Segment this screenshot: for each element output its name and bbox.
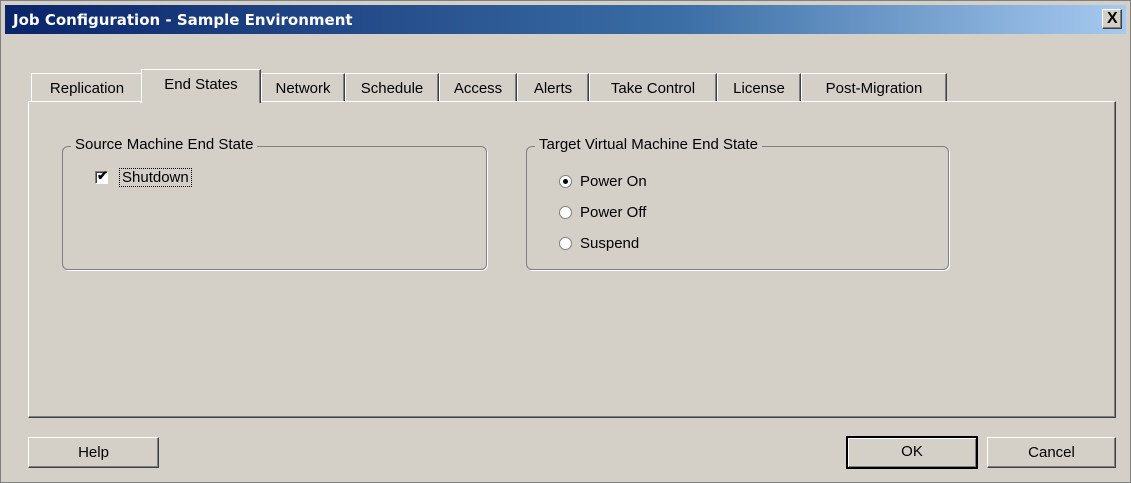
tab-schedule[interactable]: Schedule: [345, 73, 439, 101]
shutdown-label[interactable]: Shutdown: [119, 168, 192, 187]
power-off-radio[interactable]: [559, 206, 572, 219]
tab-panel-end-states: Source Machine End State ✔ Shutdown Targ…: [28, 101, 1116, 418]
tab-label: License: [733, 80, 785, 97]
tab-label: Network: [275, 80, 331, 97]
ok-button[interactable]: OK: [846, 436, 978, 469]
tab-end-states[interactable]: End States: [141, 69, 261, 103]
tab-label: Post-Migration: [825, 80, 923, 97]
shutdown-checkbox[interactable]: ✔: [95, 168, 108, 184]
tab-access[interactable]: Access: [439, 73, 517, 101]
source-machine-group: Source Machine End State ✔ Shutdown: [62, 136, 487, 270]
power-off-label[interactable]: Power Off: [580, 204, 646, 221]
check-icon: ✔: [97, 168, 108, 183]
radio-selected-dot: [563, 179, 568, 184]
power-on-label[interactable]: Power On: [580, 173, 647, 190]
tab-label: Take Control: [610, 80, 696, 97]
group-legend: Source Machine End State: [71, 136, 258, 153]
tab-label: Replication: [49, 80, 125, 97]
tab-replication[interactable]: Replication: [31, 73, 143, 101]
tab-alerts[interactable]: Alerts: [517, 73, 589, 101]
cancel-button[interactable]: Cancel: [987, 437, 1116, 468]
title-bar[interactable]: Job Configuration - Sample Environment X: [5, 5, 1126, 34]
power-on-radio[interactable]: [559, 175, 572, 188]
target-vm-group: Target Virtual Machine End State Power O…: [526, 136, 949, 270]
tab-label: Alerts: [533, 80, 573, 97]
suspend-radio[interactable]: [559, 237, 572, 250]
dialog-window: Job Configuration - Sample Environment X…: [0, 0, 1131, 483]
tab-license[interactable]: License: [717, 73, 801, 101]
tab-label: End States: [164, 76, 238, 93]
tab-post-migration[interactable]: Post-Migration: [801, 73, 947, 101]
group-legend: Target Virtual Machine End State: [535, 136, 763, 153]
tab-label: Access: [453, 80, 503, 97]
suspend-label[interactable]: Suspend: [580, 235, 639, 252]
window-title: Job Configuration - Sample Environment: [13, 11, 353, 29]
tab-take-control[interactable]: Take Control: [589, 73, 717, 101]
help-button[interactable]: Help: [28, 437, 159, 468]
close-button[interactable]: X: [1102, 9, 1122, 29]
close-icon: X: [1107, 10, 1118, 27]
tab-network[interactable]: Network: [261, 73, 345, 101]
tab-label: Schedule: [360, 80, 424, 97]
